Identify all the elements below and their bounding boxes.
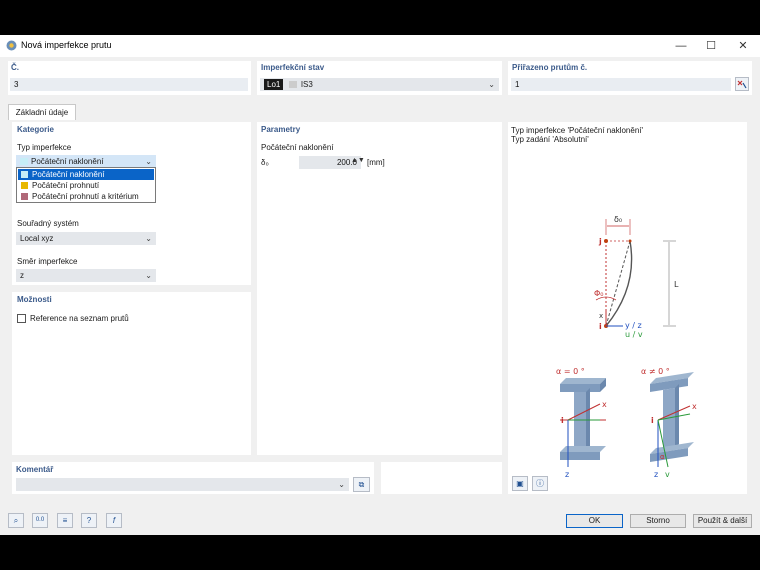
alphaN-alpha-label: α <box>660 453 665 461</box>
chevron-down-icon: ⌄ <box>338 480 345 489</box>
assigned-members-field[interactable]: 1 <box>511 78 731 91</box>
alphaN-label: α ≠ 0 ° <box>641 367 670 376</box>
diagram-delta-label: δ₀ <box>614 215 622 224</box>
dropdown-option-bow[interactable]: Počáteční prohnutí <box>18 180 154 191</box>
comment-edit-icon[interactable]: ⧉ <box>353 477 370 492</box>
parameters-panel: Parametry Počáteční naklonění δ₀ 200.0 ▲… <box>257 122 502 455</box>
imperfection-case-select[interactable]: Lo1 IS3 ⌄ <box>260 78 499 91</box>
diagram-phi-label: Φ₀ <box>594 289 604 298</box>
diagram-yz-label: y / z <box>625 321 642 330</box>
diagram-i-label: i <box>599 322 602 331</box>
option-label: Počáteční naklonění <box>32 170 105 179</box>
imperfection-type-value: Počáteční naklonění <box>31 157 104 166</box>
list-tool-icon[interactable]: ≡ <box>57 513 73 528</box>
info-panel: Typ imperfekce 'Počáteční naklonění' Typ… <box>508 122 747 494</box>
chevron-down-icon: ⌄ <box>145 271 152 280</box>
info-icon-a[interactable]: ▣ <box>512 476 528 491</box>
case-badge: Lo1 <box>264 79 284 90</box>
function-tool-icon[interactable]: f <box>106 513 122 528</box>
alpha0-x-label: x <box>602 400 607 409</box>
direction-select[interactable]: z ⌄ <box>16 269 156 282</box>
alphaN-i-label: i <box>651 416 654 425</box>
case-value: IS3 <box>300 80 313 89</box>
parameters-title: Parametry <box>261 125 301 134</box>
diagram-j-label: j <box>598 237 602 246</box>
dropdown-option-bow-criterion[interactable]: Počáteční prohnutí a kritérium <box>18 191 154 202</box>
close-button[interactable]: ✕ <box>728 35 758 57</box>
window-title: Nová imperfekce prutu <box>21 40 112 50</box>
view-tool-icon[interactable]: ? <box>81 513 97 528</box>
imperfection-case-panel: Imperfekční stav Lo1 IS3 ⌄ <box>257 61 502 95</box>
empty-panel <box>381 462 502 494</box>
alpha0-i-label: i <box>561 416 564 425</box>
search-tool-icon[interactable]: ⌕ <box>8 513 24 528</box>
number-panel: Č. 3 <box>8 61 251 95</box>
direction-label: Směr imperfekce <box>17 257 78 266</box>
coordinate-system-label: Souřadný systém <box>17 219 79 228</box>
diagram-x-label: x <box>599 312 603 320</box>
chevron-down-icon: ⌄ <box>488 80 495 89</box>
minimize-button[interactable]: — <box>666 35 696 57</box>
option-color-swatch <box>21 182 28 189</box>
chevron-down-icon: ⌄ <box>145 234 152 243</box>
cancel-button[interactable]: Storno <box>630 514 686 528</box>
ok-button[interactable]: OK <box>566 514 623 528</box>
direction-value: z <box>20 271 24 280</box>
assigned-label: Přiřazeno prutům č. <box>512 63 588 72</box>
alpha0-z-label: z <box>565 470 569 479</box>
option-label: Počáteční prohnutí a kritérium <box>32 192 139 201</box>
dialog-window: Nová imperfekce prutu — ☐ ✕ Č. 3 Imperfe… <box>0 35 760 535</box>
category-title: Kategorie <box>17 125 54 134</box>
dashed-chord <box>605 240 631 327</box>
option-label: Počáteční prohnutí <box>32 181 100 190</box>
options-panel: Možnosti Reference na seznam prutů <box>12 292 251 455</box>
alpha0-label: α = 0 ° <box>556 367 585 376</box>
pick-members-icon[interactable] <box>735 77 749 91</box>
type-color-swatch <box>20 158 28 165</box>
title-bar: Nová imperfekce prutu — ☐ ✕ <box>0 35 760 57</box>
number-field[interactable]: 3 <box>10 78 248 91</box>
imperfection-case-label: Imperfekční stav <box>261 63 325 72</box>
coordinate-system-select[interactable]: Local xyz ⌄ <box>16 232 156 245</box>
reference-label: Reference na seznam prutů <box>30 314 129 323</box>
maximize-button[interactable]: ☐ <box>696 35 726 57</box>
imperfection-type-label: Typ imperfekce <box>17 143 72 152</box>
delta-unit: [mm] <box>367 158 385 167</box>
units-tool-icon[interactable]: 0.0 <box>32 513 48 528</box>
node-j-offset <box>628 239 632 243</box>
comment-panel: Komentář ⌄ ⧉ <box>12 462 374 494</box>
assigned-panel: Přiřazeno prutům č. 1 <box>508 61 752 95</box>
coordinate-system-value: Local xyz <box>20 234 54 243</box>
option-color-swatch <box>21 193 28 200</box>
tab-basic-data[interactable]: Základní údaje <box>8 104 76 120</box>
case-color-swatch <box>288 81 297 88</box>
apply-next-button[interactable]: Použít & další <box>693 514 752 528</box>
imperfection-diagram: δ₀ j i Φ₀ x y / z u / v L α = 0 ° x i z … <box>556 215 697 479</box>
reference-checkbox[interactable] <box>17 314 26 323</box>
category-panel: Kategorie Typ imperfekce Počáteční naklo… <box>12 122 251 285</box>
delta-symbol: δ₀ <box>261 158 269 167</box>
number-label: Č. <box>11 63 19 72</box>
alphaN-x-label: x <box>692 402 697 411</box>
dropdown-option-sway[interactable]: Počáteční naklonění <box>18 169 154 180</box>
app-icon <box>6 40 17 51</box>
info-icon-b[interactable]: ⓘ <box>532 476 548 491</box>
node-j <box>604 239 608 243</box>
alphaN-v-label: v <box>665 470 670 479</box>
comment-input[interactable]: ⌄ <box>16 478 349 491</box>
option-color-swatch <box>21 171 28 178</box>
initial-sway-label: Počáteční naklonění <box>261 143 334 152</box>
comment-title: Komentář <box>16 465 54 474</box>
options-title: Možnosti <box>17 295 52 304</box>
spinner-icon[interactable]: ▲▼ <box>351 157 365 164</box>
i-beam-alpha0 <box>560 378 606 460</box>
diagram-L-label: L <box>674 280 679 289</box>
diagram-uv-label: u / v <box>625 330 643 339</box>
alphaN-z-label: z <box>654 470 658 479</box>
imperfection-type-dropdown: Počáteční naklonění Počáteční prohnutí P… <box>16 167 156 203</box>
